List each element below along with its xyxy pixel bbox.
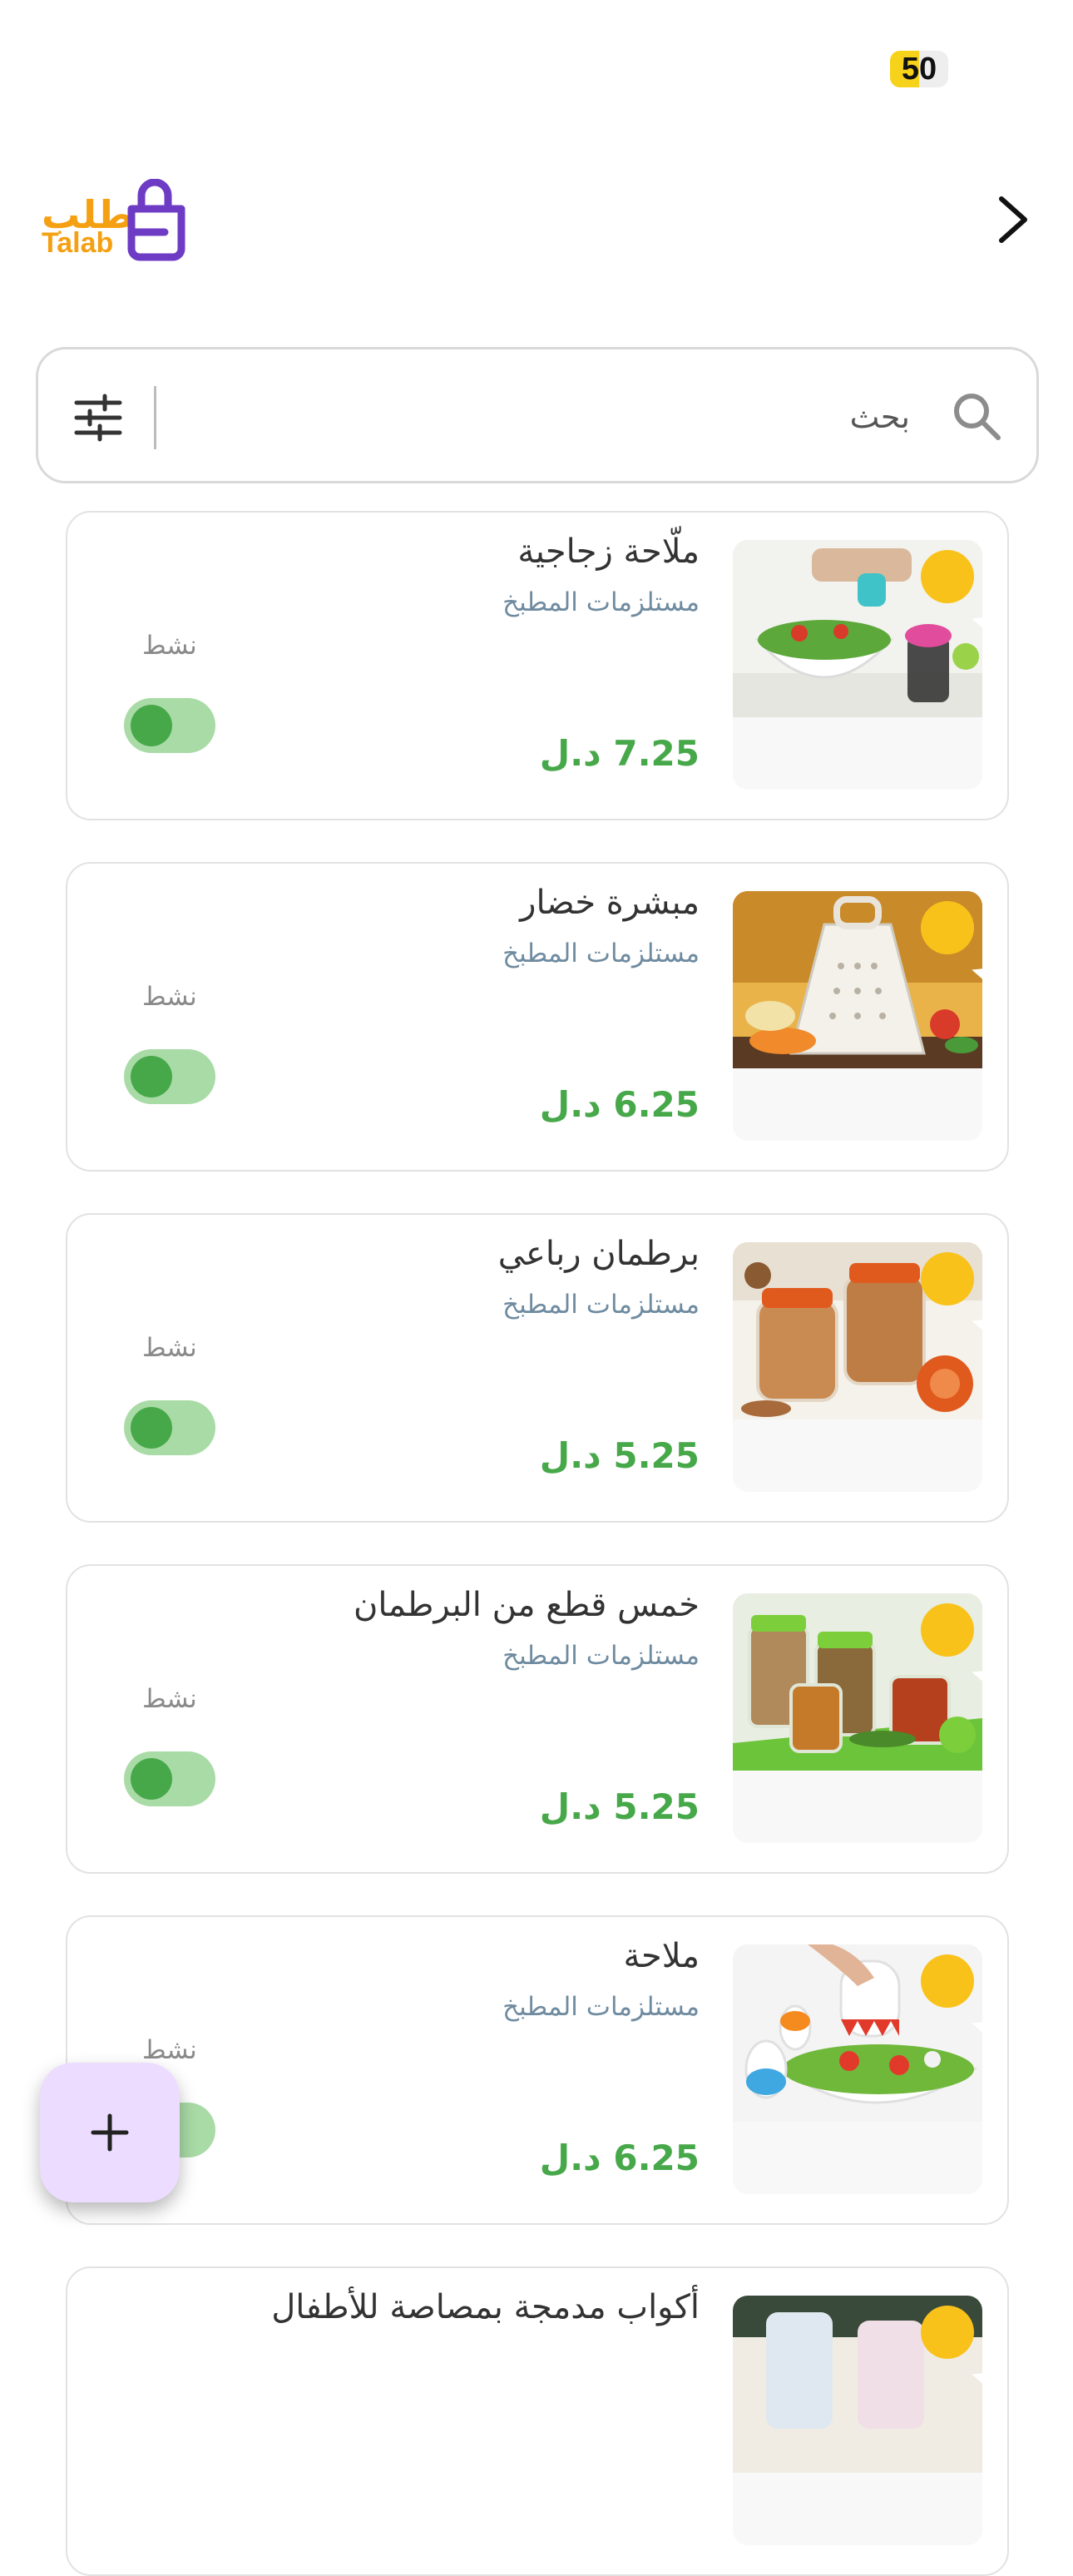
- back-button[interactable]: [983, 191, 1041, 249]
- product-card[interactable]: ملّاحة زجاجية مستلزمات المطبخ 7.25 د.ل ن…: [66, 511, 1009, 820]
- product-image: [733, 1593, 982, 1843]
- product-category: مستلزمات المطبخ: [502, 1641, 700, 1671]
- product-price: 7.25 د.ل: [539, 733, 700, 774]
- status-label: نشط: [142, 982, 197, 1012]
- product-card[interactable]: أكواب مدمجة بمصاصة للأطفال: [66, 2266, 1009, 2576]
- status-label: نشط: [142, 1333, 197, 1363]
- product-image: [733, 1944, 982, 2194]
- search-bar: [36, 347, 1039, 483]
- chevron-right-icon: [999, 196, 1027, 243]
- status-bar: 50: [890, 50, 948, 88]
- featured-badge: [921, 901, 982, 979]
- product-price: 5.25 د.ل: [539, 1435, 700, 1476]
- product-category: مستلزمات المطبخ: [502, 1290, 700, 1320]
- status-label: نشط: [142, 2035, 197, 2065]
- sliders-icon: [74, 394, 122, 442]
- active-toggle[interactable]: [124, 1751, 215, 1806]
- active-toggle[interactable]: [124, 698, 215, 753]
- search-divider: [154, 386, 156, 449]
- featured-badge: [921, 2306, 982, 2384]
- app-header: طلب Talab: [0, 171, 1073, 262]
- active-toggle[interactable]: [124, 1400, 215, 1455]
- star-icon: [972, 1671, 982, 1682]
- star-icon: [972, 617, 982, 628]
- featured-badge: [921, 1252, 982, 1330]
- product-card[interactable]: خمس قطع من البرطمان مستلزمات المطبخ 5.25…: [66, 1564, 1009, 1874]
- toggle-knob: [131, 705, 172, 746]
- battery-level: 50: [901, 51, 937, 87]
- product-category: مستلزمات المطبخ: [502, 939, 700, 968]
- logo-english-text: Talab: [42, 227, 114, 259]
- search-button[interactable]: [950, 389, 1003, 443]
- product-name: أكواب مدمجة بمصاصة للأطفال: [271, 2288, 700, 2326]
- filter-button[interactable]: [72, 391, 125, 444]
- toggle-knob: [131, 1056, 172, 1097]
- toggle-knob: [131, 1758, 172, 1800]
- featured-badge: [921, 1603, 982, 1682]
- search-input[interactable]: [243, 383, 912, 451]
- star-icon: [972, 1320, 982, 1330]
- plus-icon: [91, 2113, 129, 2152]
- star-icon: [972, 2022, 982, 2033]
- star-icon: [972, 968, 982, 979]
- status-label: نشط: [142, 631, 197, 661]
- product-price: 6.25 د.ل: [539, 1084, 700, 1125]
- product-category: مستلزمات المطبخ: [502, 587, 700, 617]
- product-name: مبشرة خضار: [520, 884, 700, 922]
- add-product-button[interactable]: [40, 2063, 180, 2202]
- product-image: [733, 891, 982, 1141]
- product-card[interactable]: ملاحة مستلزمات المطبخ 6.25 د.ل نشط: [66, 1915, 1009, 2225]
- battery-indicator: 50: [890, 51, 948, 87]
- product-name: برطمان رباعي: [497, 1235, 700, 1273]
- shopping-bag-icon: [127, 179, 185, 261]
- product-category: مستلزمات المطبخ: [502, 1992, 700, 2022]
- product-name: ملّاحة زجاجية: [517, 533, 700, 571]
- product-card[interactable]: مبشرة خضار مستلزمات المطبخ 6.25 د.ل نشط: [66, 862, 1009, 1172]
- product-price: 6.25 د.ل: [539, 2138, 700, 2178]
- toggle-knob: [131, 1407, 172, 1449]
- product-image: [733, 2296, 982, 2545]
- search-icon: [954, 394, 1001, 440]
- product-name: خمس قطع من البرطمان: [353, 1586, 700, 1624]
- product-price: 5.25 د.ل: [539, 1786, 700, 1827]
- featured-badge: [921, 550, 982, 628]
- product-name: ملاحة: [623, 1937, 700, 1975]
- star-icon: [972, 2373, 982, 2384]
- product-image: [733, 540, 982, 790]
- talab-logo: طلب Talab: [40, 179, 190, 262]
- product-image: [733, 1242, 982, 1492]
- featured-badge: [921, 1954, 982, 2033]
- product-card[interactable]: برطمان رباعي مستلزمات المطبخ 5.25 د.ل نش…: [66, 1213, 1009, 1523]
- active-toggle[interactable]: [124, 1049, 215, 1104]
- status-label: نشط: [142, 1684, 197, 1714]
